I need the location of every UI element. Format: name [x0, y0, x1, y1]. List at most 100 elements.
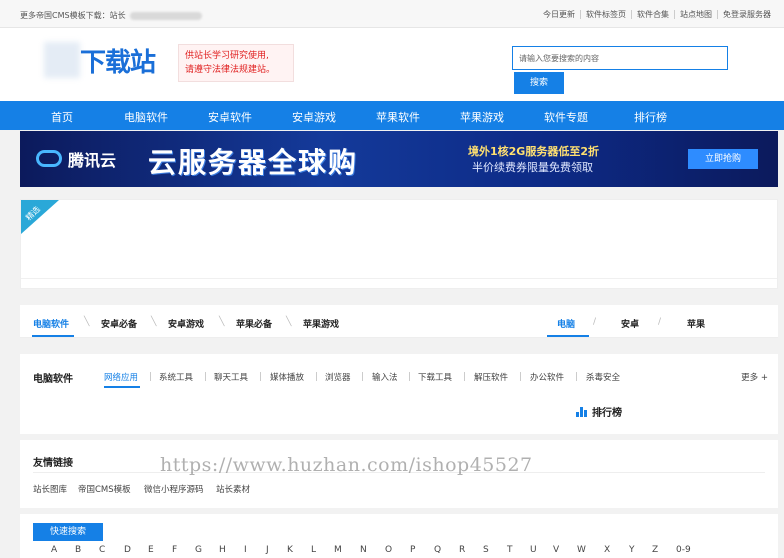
- tab-separator: ╲: [286, 317, 292, 327]
- letter-link[interactable]: K: [287, 545, 293, 555]
- banner-line-1: 境外1核2G服务器低至2折: [468, 145, 599, 158]
- letter-link[interactable]: S: [483, 545, 489, 555]
- letter-link[interactable]: N: [360, 545, 367, 555]
- category-download[interactable]: 下载工具: [418, 371, 452, 383]
- letter-link[interactable]: U: [530, 545, 537, 555]
- category-panel: 电脑软件 网络应用 系统工具 聊天工具 媒体播放 浏览器 输入法 下载工具 解压…: [20, 354, 778, 434]
- friend-link[interactable]: 微信小程序源码: [144, 483, 204, 495]
- category-title: 电脑软件: [33, 374, 73, 385]
- watermark-text: https://www.huzhan.com/ishop45527: [160, 454, 533, 476]
- banner-cta-button[interactable]: 立即抢购: [688, 149, 758, 169]
- platform-apple[interactable]: 苹果: [687, 317, 705, 330]
- letter-link[interactable]: A: [51, 545, 57, 555]
- nav-android-software[interactable]: 安卓软件: [208, 109, 252, 125]
- letter-link[interactable]: H: [219, 545, 226, 555]
- letter-link[interactable]: R: [459, 545, 465, 555]
- letter-link[interactable]: Q: [434, 545, 441, 555]
- category-divider: [316, 372, 317, 381]
- category-divider: [260, 372, 261, 381]
- ranking-heading[interactable]: 排行榜: [576, 404, 622, 419]
- top-link-tags[interactable]: 软件标签页: [580, 10, 631, 19]
- top-bar: 更多帝国CMS模板下载：站长 今日更新 软件标签页 软件合集 站点地图 免登录服…: [0, 0, 784, 28]
- category-office[interactable]: 办公软件: [530, 371, 564, 383]
- tab-android-games[interactable]: 安卓游戏: [168, 317, 204, 330]
- category-more-link[interactable]: 更多 +: [741, 371, 768, 383]
- search-input[interactable]: 请输入您要搜索的内容: [512, 46, 728, 70]
- ranking-label: 排行榜: [592, 408, 622, 419]
- nav-pc-software[interactable]: 电脑软件: [124, 109, 168, 125]
- top-link-servers[interactable]: 免登录服务器: [717, 10, 776, 19]
- letter-link[interactable]: O: [385, 545, 392, 555]
- platform-separator: /: [593, 317, 597, 327]
- platform-active-underline: [547, 335, 589, 337]
- banner-headline: 云服务器全球购: [148, 146, 359, 179]
- nav-rankings[interactable]: 排行榜: [634, 109, 667, 125]
- letter-link[interactable]: L: [311, 545, 316, 555]
- category-divider: [150, 372, 151, 381]
- banner-brand: 腾讯云: [68, 151, 117, 170]
- top-link-sitemap[interactable]: 站点地图: [674, 10, 717, 19]
- friend-link[interactable]: 帝国CMS模板: [78, 483, 131, 495]
- letter-link[interactable]: B: [75, 545, 81, 555]
- letter-link[interactable]: I: [244, 545, 247, 555]
- site-logo[interactable]: 下载站: [80, 42, 156, 79]
- cloud-icon: [36, 150, 62, 167]
- nav-apple-software[interactable]: 苹果软件: [376, 109, 420, 125]
- nav-home[interactable]: 首页: [51, 109, 73, 125]
- category-media[interactable]: 媒体播放: [270, 371, 304, 383]
- ad-banner[interactable]: 腾讯云 云服务器全球购 境外1核2G服务器低至2折 半价续费券限量免费领取 立即…: [20, 131, 778, 187]
- quick-search-button[interactable]: 快速搜索: [33, 523, 103, 541]
- letter-link[interactable]: C: [99, 545, 105, 555]
- letter-link[interactable]: P: [410, 545, 415, 555]
- top-link-today[interactable]: 今日更新: [538, 10, 580, 19]
- category-security[interactable]: 杀毒安全: [586, 371, 620, 383]
- nav-topics[interactable]: 软件专题: [544, 109, 588, 125]
- platform-separator: /: [658, 317, 662, 327]
- category-network[interactable]: 网络应用: [104, 371, 138, 383]
- bar-chart-icon: [576, 407, 588, 417]
- letter-link[interactable]: Z: [652, 545, 658, 555]
- featured-ribbon: 精选: [21, 200, 59, 234]
- letter-link[interactable]: T: [507, 545, 513, 555]
- category-archive[interactable]: 解压软件: [474, 371, 508, 383]
- nav-apple-games[interactable]: 苹果游戏: [460, 109, 504, 125]
- quick-search-panel: 快速搜索 A B C D E F G H I J K L M N O P Q R…: [20, 514, 778, 558]
- category-input-method[interactable]: 输入法: [372, 371, 398, 383]
- tab-android-essentials[interactable]: 安卓必备: [101, 317, 137, 330]
- category-browser[interactable]: 浏览器: [325, 371, 351, 383]
- letter-link[interactable]: D: [124, 545, 131, 555]
- featured-divider: [21, 278, 777, 279]
- category-divider: [409, 372, 410, 381]
- letter-link[interactable]: V: [553, 545, 559, 555]
- letter-link[interactable]: Y: [629, 545, 635, 555]
- friend-link[interactable]: 站长图库: [33, 483, 67, 495]
- letter-link[interactable]: X: [604, 545, 610, 555]
- tab-apple-essentials[interactable]: 苹果必备: [236, 317, 272, 330]
- featured-badge: 精选: [24, 204, 42, 223]
- platform-pc[interactable]: 电脑: [557, 317, 575, 330]
- category-divider: [576, 372, 577, 381]
- letter-link[interactable]: 0-9: [676, 545, 691, 555]
- tab-separator: ╲: [151, 317, 157, 327]
- nav-android-games[interactable]: 安卓游戏: [292, 109, 336, 125]
- category-chat[interactable]: 聊天工具: [214, 371, 248, 383]
- friend-link[interactable]: 站长素材: [216, 483, 250, 495]
- top-bar-text: 更多帝国CMS模板下载：站长: [20, 10, 202, 21]
- letter-link[interactable]: J: [266, 545, 269, 555]
- letter-link[interactable]: E: [148, 545, 154, 555]
- letter-link[interactable]: F: [172, 545, 177, 555]
- letter-link[interactable]: W: [577, 545, 586, 555]
- letter-link[interactable]: M: [334, 545, 342, 555]
- tab-pc-software[interactable]: 电脑软件: [33, 317, 69, 330]
- category-system[interactable]: 系统工具: [159, 371, 193, 383]
- logo-mark: [44, 42, 80, 78]
- category-divider: [205, 372, 206, 381]
- banner-line-2: 半价续费券限量免费领取: [472, 161, 593, 174]
- tab-apple-games[interactable]: 苹果游戏: [303, 317, 339, 330]
- header: 下载站 供站长学习研究使用, 请遵守法律法规建站。 请输入您要搜索的内容 搜索: [0, 28, 784, 101]
- letter-link[interactable]: G: [195, 545, 202, 555]
- platform-android[interactable]: 安卓: [621, 317, 639, 330]
- top-link-collections[interactable]: 软件合集: [631, 10, 674, 19]
- search-button[interactable]: 搜索: [514, 72, 564, 94]
- blurred-site-name: [129, 11, 202, 20]
